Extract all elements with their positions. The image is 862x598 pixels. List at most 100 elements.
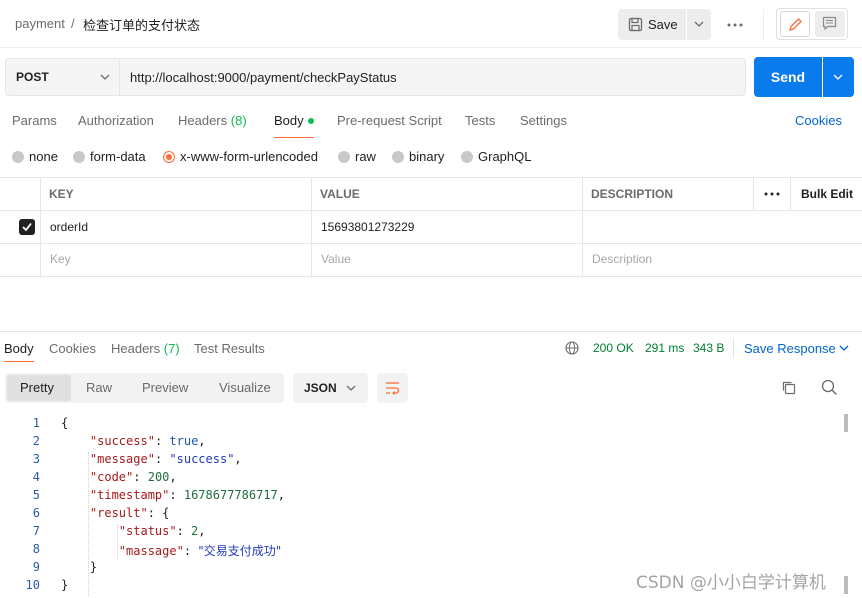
comments-button[interactable] xyxy=(815,11,845,37)
format-pretty[interactable]: Pretty xyxy=(20,380,54,395)
tab-pre-request-script[interactable]: Pre-request Script xyxy=(337,113,442,128)
code-line: "result": { xyxy=(89,506,170,520)
breadcrumb-collection[interactable]: payment xyxy=(15,16,65,31)
line-number: 2 xyxy=(32,434,40,448)
line-number: 1 xyxy=(32,416,40,430)
radio-dot xyxy=(73,151,85,163)
radio-dot xyxy=(392,151,404,163)
copy-icon[interactable] xyxy=(781,380,797,396)
request-header: payment / 检查订单的支付状态 Save xyxy=(0,0,862,48)
save-response-button[interactable]: Save Response xyxy=(744,341,836,356)
chevron-down-icon[interactable] xyxy=(839,345,849,352)
line-number: 10 xyxy=(25,578,40,592)
code-line: "massage": "交易支付成功" xyxy=(118,544,282,558)
param-key-cell[interactable]: orderId xyxy=(50,220,88,234)
save-options-button[interactable] xyxy=(687,9,711,40)
line-number: 7 xyxy=(32,524,40,538)
header-divider xyxy=(763,9,764,40)
code-line: { xyxy=(61,416,68,430)
response-tab-headers[interactable]: Headers (7) xyxy=(111,341,180,356)
radio-label: x-www-form-urlencoded xyxy=(180,149,318,164)
table-border xyxy=(790,177,791,210)
chevron-down-icon xyxy=(346,385,356,392)
response-divider[interactable] xyxy=(0,331,862,332)
tab-settings[interactable]: Settings xyxy=(520,113,567,128)
edit-mode-button[interactable] xyxy=(780,11,810,37)
tab-tests[interactable]: Tests xyxy=(465,113,495,128)
line-number: 9 xyxy=(32,560,40,574)
column-header-value: VALUE xyxy=(320,187,360,201)
radio-dot-selected xyxy=(163,151,175,163)
json-value: "交易支付成功" xyxy=(198,544,282,558)
new-key-input[interactable]: Key xyxy=(50,252,71,266)
code-line: "code": 200, xyxy=(89,470,177,484)
language-label: JSON xyxy=(304,381,337,395)
table-border xyxy=(0,210,862,211)
save-button[interactable]: Save xyxy=(618,9,686,40)
send-options-button[interactable] xyxy=(823,57,854,97)
json-key: "message" xyxy=(89,452,155,466)
response-tab-body[interactable]: Body xyxy=(4,341,34,356)
table-border xyxy=(40,177,41,276)
format-raw[interactable]: Raw xyxy=(86,380,112,395)
wrap-lines-button[interactable] xyxy=(377,373,408,403)
line-number: 6 xyxy=(32,506,40,520)
column-header-key: KEY xyxy=(49,187,74,201)
response-tab-cookies[interactable]: Cookies xyxy=(49,341,96,356)
code-line: "status": 2, xyxy=(118,524,206,538)
save-label: Save xyxy=(648,17,678,32)
radio-label: GraphQL xyxy=(478,149,532,164)
wrap-lines-icon xyxy=(385,381,400,395)
response-time[interactable]: 291 ms xyxy=(645,341,684,355)
scrollbar-thumb[interactable] xyxy=(844,576,848,594)
more-actions-button[interactable] xyxy=(722,9,748,40)
response-status[interactable]: 200 OK xyxy=(593,341,634,355)
scrollbar-thumb[interactable] xyxy=(844,414,848,432)
json-key: "code" xyxy=(89,470,134,484)
search-icon[interactable] xyxy=(821,379,838,396)
table-border xyxy=(582,177,583,276)
tab-body[interactable]: Body xyxy=(274,113,314,128)
row-enable-checkbox[interactable] xyxy=(19,219,35,235)
more-horizontal-icon xyxy=(727,23,743,27)
line-number: 4 xyxy=(32,470,40,484)
json-brace: } xyxy=(89,560,98,574)
param-value-cell[interactable]: 15693801273229 xyxy=(321,220,414,234)
tab-authorization[interactable]: Authorization xyxy=(78,113,154,128)
globe-icon[interactable] xyxy=(565,341,579,355)
new-value-input[interactable]: Value xyxy=(321,252,351,266)
line-number: 3 xyxy=(32,452,40,466)
chevron-down-icon xyxy=(100,74,110,81)
url-input[interactable]: http://localhost:9000/payment/checkPaySt… xyxy=(120,58,746,96)
json-value: "success" xyxy=(169,452,235,466)
json-brace: { xyxy=(162,506,170,520)
tab-headers-label: Headers xyxy=(178,113,228,128)
radio-label: raw xyxy=(355,149,376,164)
column-header-description: DESCRIPTION xyxy=(591,187,674,201)
watermark: CSDN @小小白学计算机 xyxy=(636,573,826,593)
format-visualize[interactable]: Visualize xyxy=(219,380,271,395)
tab-headers[interactable]: Headers (8) xyxy=(178,113,247,128)
request-title[interactable]: 检查订单的支付状态 xyxy=(83,15,200,34)
tab-headers-count: (8) xyxy=(230,113,247,128)
response-size[interactable]: 343 B xyxy=(693,341,724,355)
tab-params[interactable]: Params xyxy=(12,113,57,128)
response-tab-test-results[interactable]: Test Results xyxy=(194,341,265,356)
bulk-edit-button[interactable]: Bulk Edit xyxy=(801,187,853,201)
radio-label: form-data xyxy=(90,149,146,164)
format-preview[interactable]: Preview xyxy=(142,380,188,395)
cookies-link[interactable]: Cookies xyxy=(795,113,842,128)
code-line: } xyxy=(61,578,68,592)
response-meta-divider xyxy=(733,338,734,358)
method-label: POST xyxy=(16,70,49,84)
language-select[interactable]: JSON xyxy=(293,373,368,403)
json-value: 200 xyxy=(147,470,170,484)
new-description-input[interactable]: Description xyxy=(592,252,652,266)
send-button[interactable]: Send xyxy=(754,57,822,97)
radio-label: none xyxy=(29,149,58,164)
method-select[interactable]: POST xyxy=(5,58,120,96)
more-horizontal-icon[interactable] xyxy=(764,192,780,196)
checkmark-icon xyxy=(22,222,32,232)
json-key: "success" xyxy=(89,434,155,448)
code-line: "message": "success", xyxy=(89,452,242,466)
